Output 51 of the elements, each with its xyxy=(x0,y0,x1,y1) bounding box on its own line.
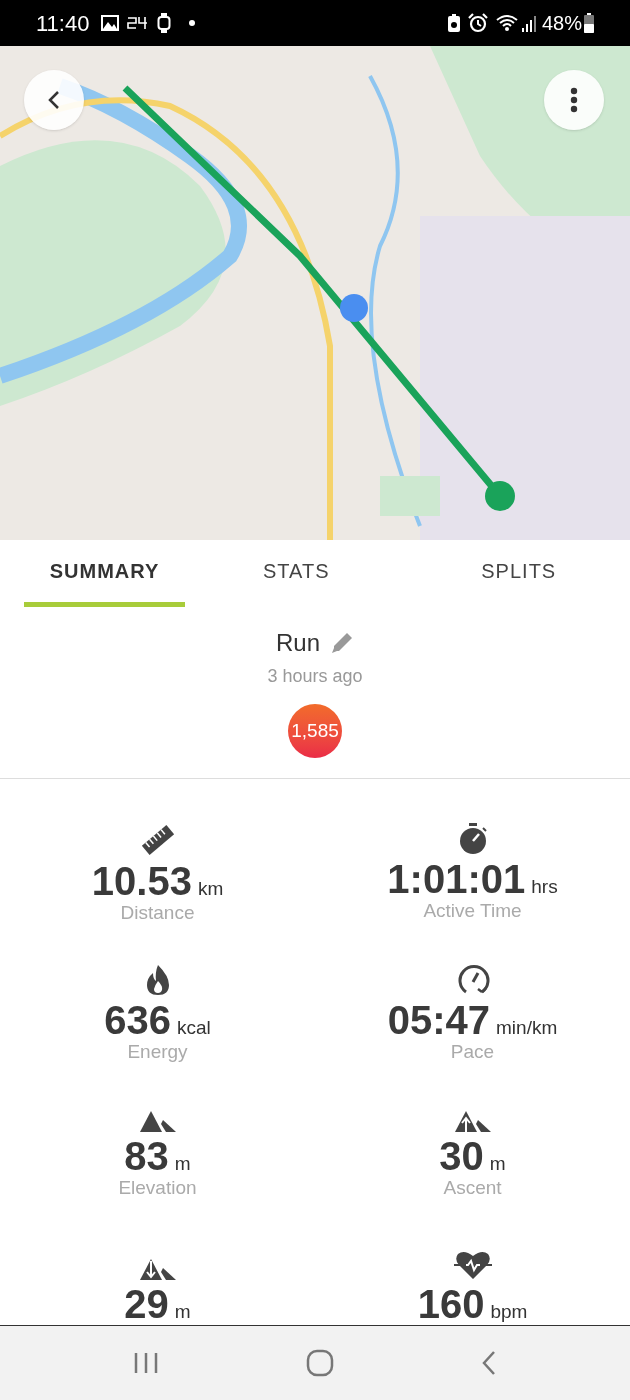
stat-unit: bpm xyxy=(490,1302,528,1321)
stat-label: Distance xyxy=(120,901,195,925)
tab[interactable]: SPLITS xyxy=(407,540,630,607)
stat-label: Ascent xyxy=(443,1176,502,1200)
stat-value: 160 xyxy=(417,1284,485,1324)
mountain-down-arrow-icon xyxy=(139,1258,176,1280)
stat-label: Active Time xyxy=(423,899,522,923)
home-icon[interactable] xyxy=(306,1349,334,1377)
flame-icon xyxy=(144,964,171,996)
clock-24-icon xyxy=(127,16,150,30)
stat-unit: min/km xyxy=(496,1018,558,1037)
battery-saver-icon xyxy=(447,14,460,32)
stat-unit: m xyxy=(174,1154,191,1174)
alarm-icon xyxy=(467,13,488,33)
stat-value: 1:01:01 xyxy=(387,859,526,899)
recent-apps-icon[interactable] xyxy=(133,1351,160,1375)
tab[interactable]: STATS xyxy=(185,540,408,607)
stat-unit: hrs xyxy=(531,877,558,896)
wifi-icon xyxy=(495,14,520,32)
heart-pulse-icon xyxy=(453,1250,492,1280)
score-badge: 1,585 xyxy=(288,704,342,758)
mountain-up-arrow-icon xyxy=(454,1110,491,1133)
stat-label: Elevation xyxy=(118,1176,197,1200)
time-ago: 3 hours ago xyxy=(267,665,363,688)
stat-label: Pace xyxy=(450,1040,495,1064)
stopwatch-icon xyxy=(457,823,488,855)
stat-unit: kcal xyxy=(176,1018,211,1037)
more-vertical-icon xyxy=(570,87,578,113)
stat-label: Energy xyxy=(127,1040,188,1064)
stat-value: 83 xyxy=(124,1136,169,1177)
stat-value: 30 xyxy=(439,1136,484,1177)
pencil-icon[interactable] xyxy=(330,631,354,655)
stat-value: 636 xyxy=(104,1000,171,1040)
stat-value: 05:47 xyxy=(387,1000,491,1040)
signal-icon xyxy=(521,14,536,32)
chevron-left-icon xyxy=(47,90,61,110)
tab[interactable]: SUMMARY xyxy=(24,540,185,607)
stat-unit: m xyxy=(174,1302,191,1321)
stat-unit: km xyxy=(197,879,224,898)
back-icon[interactable] xyxy=(480,1350,497,1376)
battery-icon xyxy=(584,13,594,33)
dot-icon xyxy=(189,20,196,26)
status-time: 11:40 xyxy=(36,9,90,38)
stat-value: 29 xyxy=(124,1284,169,1324)
activity-title: Run xyxy=(276,628,320,658)
image-icon xyxy=(101,15,120,31)
mountain-icon xyxy=(139,1110,176,1133)
battery-percent: 48% xyxy=(541,11,582,36)
stat-value: 10.53 xyxy=(91,861,192,901)
watch-icon xyxy=(157,13,172,33)
stat-unit: m xyxy=(489,1154,506,1174)
